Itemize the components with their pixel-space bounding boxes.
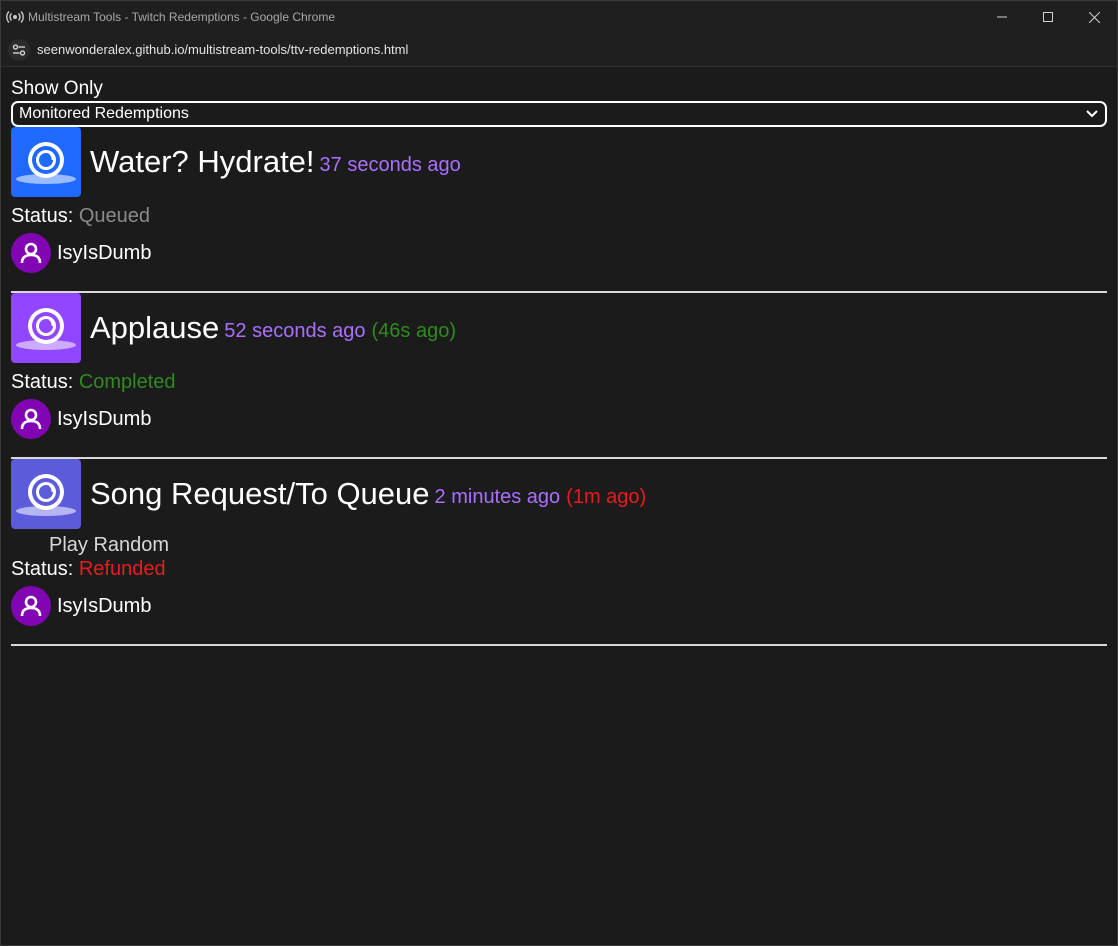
user-line: IsyIsDumb xyxy=(11,399,1107,439)
user-icon xyxy=(20,242,42,264)
minimize-button[interactable] xyxy=(979,1,1025,33)
status-line: Status: Refunded xyxy=(11,557,1107,581)
status-value: Completed xyxy=(78,371,176,393)
user-input-text: Play Random xyxy=(49,534,170,556)
redemption-item: Song Request/To Queue 2 minutes ago (1m … xyxy=(11,459,1107,646)
maximize-button[interactable] xyxy=(1025,1,1071,33)
user-icon xyxy=(20,595,42,617)
close-button[interactable] xyxy=(1071,1,1117,33)
browser-window: Multistream Tools - Twitch Redemptions -… xyxy=(0,0,1118,946)
chevron-down-icon xyxy=(1086,110,1098,118)
window-controls xyxy=(979,1,1117,33)
status-value: Queued xyxy=(78,205,150,227)
tune-icon xyxy=(12,43,26,56)
minimize-icon xyxy=(997,16,1007,18)
status-line: Status: Queued xyxy=(11,204,1107,228)
address-bar: seenwonderalex.github.io/multistream-too… xyxy=(1,33,1117,67)
window-title: Multistream Tools - Twitch Redemptions -… xyxy=(28,10,336,24)
reward-icon xyxy=(11,293,81,363)
reward-title: Song Request/To Queue xyxy=(90,476,430,511)
avatar xyxy=(11,586,51,626)
status-elapsed-time: (1m ago) xyxy=(566,485,647,508)
page-content: Show Only Monitored Redemptions Water? H… xyxy=(1,67,1117,646)
username[interactable]: IsyIsDumb xyxy=(57,595,151,618)
broadcast-icon xyxy=(6,10,24,24)
redemption-list: Water? Hydrate! 37 seconds ago Status: Q… xyxy=(11,127,1107,646)
status-elapsed-time: (46s ago) xyxy=(371,319,457,342)
redemption-header: Song Request/To Queue 2 minutes ago (1m … xyxy=(11,459,1107,529)
maximize-icon xyxy=(1043,12,1053,22)
status-line: Status: Completed xyxy=(11,370,1107,394)
status-label: Status: xyxy=(11,205,74,227)
reward-title: Applause xyxy=(90,310,220,345)
close-icon xyxy=(1088,11,1100,23)
filter-select-value: Monitored Redemptions xyxy=(19,105,189,122)
title-bar: Multistream Tools - Twitch Redemptions -… xyxy=(1,1,1117,33)
user-line: IsyIsDumb xyxy=(11,586,1107,626)
avatar xyxy=(11,233,51,273)
user-line: IsyIsDumb xyxy=(11,233,1107,273)
redeemed-time: 52 seconds ago xyxy=(224,319,366,342)
site-info-button[interactable] xyxy=(8,38,30,61)
url-text[interactable]: seenwonderalex.github.io/multistream-too… xyxy=(37,42,408,57)
redeemed-time: 2 minutes ago xyxy=(434,485,561,508)
redemption-header: Water? Hydrate! 37 seconds ago xyxy=(11,127,1107,197)
avatar xyxy=(11,399,51,439)
user-icon xyxy=(20,408,42,430)
status-label: Status: xyxy=(11,558,74,580)
redeemed-time: 37 seconds ago xyxy=(319,153,461,176)
status-label: Status: xyxy=(11,371,74,393)
reward-icon xyxy=(11,127,81,197)
redemption-item: Water? Hydrate! 37 seconds ago Status: Q… xyxy=(11,127,1107,293)
filter-label: Show Only xyxy=(11,78,103,99)
status-value: Refunded xyxy=(78,558,166,580)
filter-select[interactable]: Monitored Redemptions xyxy=(11,101,1107,127)
reward-title: Water? Hydrate! xyxy=(90,144,315,179)
redemption-header: Applause 52 seconds ago (46s ago) xyxy=(11,293,1107,363)
username[interactable]: IsyIsDumb xyxy=(57,242,151,265)
reward-icon xyxy=(11,459,81,529)
redemption-item: Applause 52 seconds ago (46s ago) Status… xyxy=(11,293,1107,459)
username[interactable]: IsyIsDumb xyxy=(57,408,151,431)
